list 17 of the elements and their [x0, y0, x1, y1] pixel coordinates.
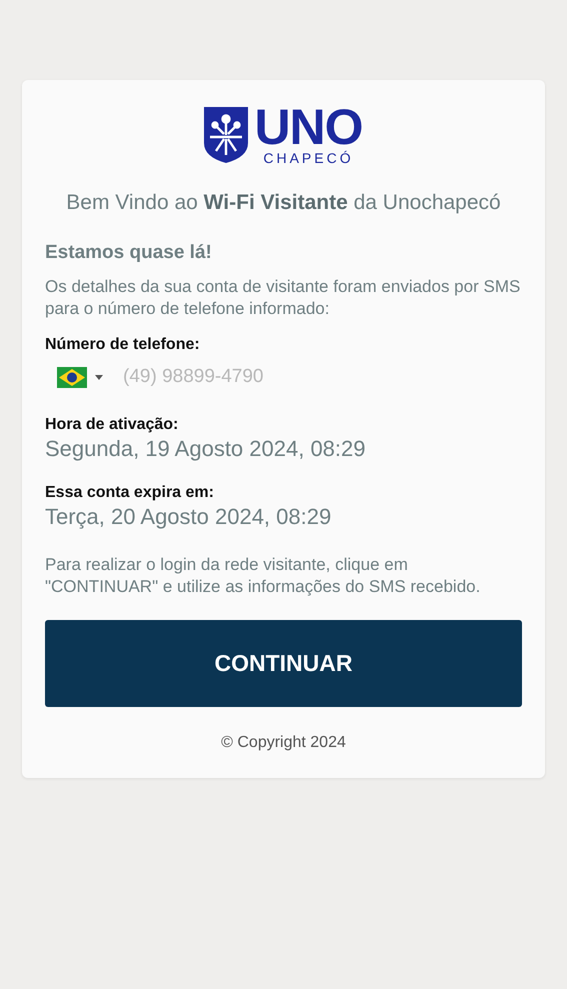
intro-text: Os detalhes da sua conta de visitante foram enviados por SMS para o número de telefone informado:	[45, 276, 522, 320]
field-value: Terça, 20 Agosto 2024, 08:29	[45, 504, 332, 530]
logo-crest-icon	[204, 107, 248, 163]
welcome-text: Bem Vindo ao Wi-Fi Visitante da Unochapecó	[65, 190, 502, 216]
continue-button[interactable]: CONTINUAR	[45, 620, 522, 707]
field-label: Essa conta expira em:	[45, 484, 215, 502]
caret-icon	[95, 374, 103, 380]
instructions-text: Para realizar o login da rede visitante, clique em "CONTINUAR" e utilize as informações do SMS recebido.	[45, 554, 482, 598]
flag-icon	[57, 366, 87, 388]
phone-label: Número de telefone:	[45, 336, 201, 354]
field-value: Segunda, 19 Agosto 2024, 08:29	[45, 436, 367, 462]
logo-subtitle: CHAPECÓ	[263, 150, 354, 166]
country-selector[interactable]	[57, 366, 103, 388]
copyright-text: © Copyright 2024	[220, 734, 347, 752]
heading: Estamos quase lá!	[45, 242, 213, 264]
logo-wordmark: UNO	[254, 104, 363, 150]
field-label: Hora de ativação:	[45, 416, 180, 434]
